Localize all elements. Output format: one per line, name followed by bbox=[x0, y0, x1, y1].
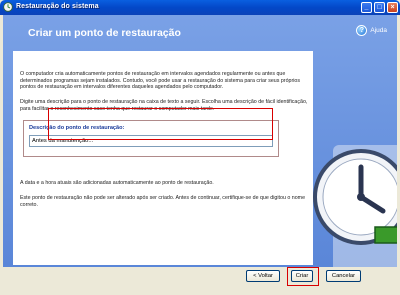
title-bar[interactable]: Restauração do sistema _ □ × bbox=[0, 0, 400, 15]
timestamp-note: A data e a hora atuais são adicionadas a… bbox=[20, 180, 214, 186]
create-button[interactable]: Criar bbox=[291, 270, 313, 282]
maximize-button[interactable]: □ bbox=[374, 2, 385, 13]
help-label: Ajuda bbox=[370, 27, 387, 34]
close-button[interactable]: × bbox=[387, 2, 398, 13]
description-label: Descrição do ponto de restauração: bbox=[29, 125, 125, 131]
header-band: Criar um ponto de restauração ? Ajuda bbox=[3, 15, 397, 47]
clock-icon bbox=[313, 145, 397, 267]
page-title: Criar um ponto de restauração bbox=[28, 27, 181, 39]
back-button[interactable]: < Voltar bbox=[246, 270, 280, 282]
system-restore-window: Restauração do sistema _ □ × Criar um po… bbox=[0, 0, 400, 295]
main-panel: O computador cria automaticamente pontos… bbox=[13, 51, 313, 265]
minimize-button[interactable]: _ bbox=[361, 2, 372, 13]
system-restore-icon bbox=[3, 2, 13, 12]
wizard-content: Criar um ponto de restauração ? Ajuda O … bbox=[3, 15, 397, 267]
warning-note: Este ponto de restauração não pode ser a… bbox=[20, 195, 306, 208]
help-link[interactable]: ? Ajuda bbox=[356, 25, 387, 36]
help-icon: ? bbox=[356, 25, 368, 36]
cancel-button[interactable]: Cancelar bbox=[326, 270, 361, 282]
description-input[interactable] bbox=[29, 135, 273, 147]
instruction-paragraph: Digite uma descrição para o ponto de res… bbox=[20, 99, 308, 112]
description-group: Descrição do ponto de restauração: bbox=[23, 120, 279, 157]
window-title: Restauração do sistema bbox=[16, 3, 99, 10]
intro-paragraph: O computador cria automaticamente pontos… bbox=[20, 71, 300, 91]
